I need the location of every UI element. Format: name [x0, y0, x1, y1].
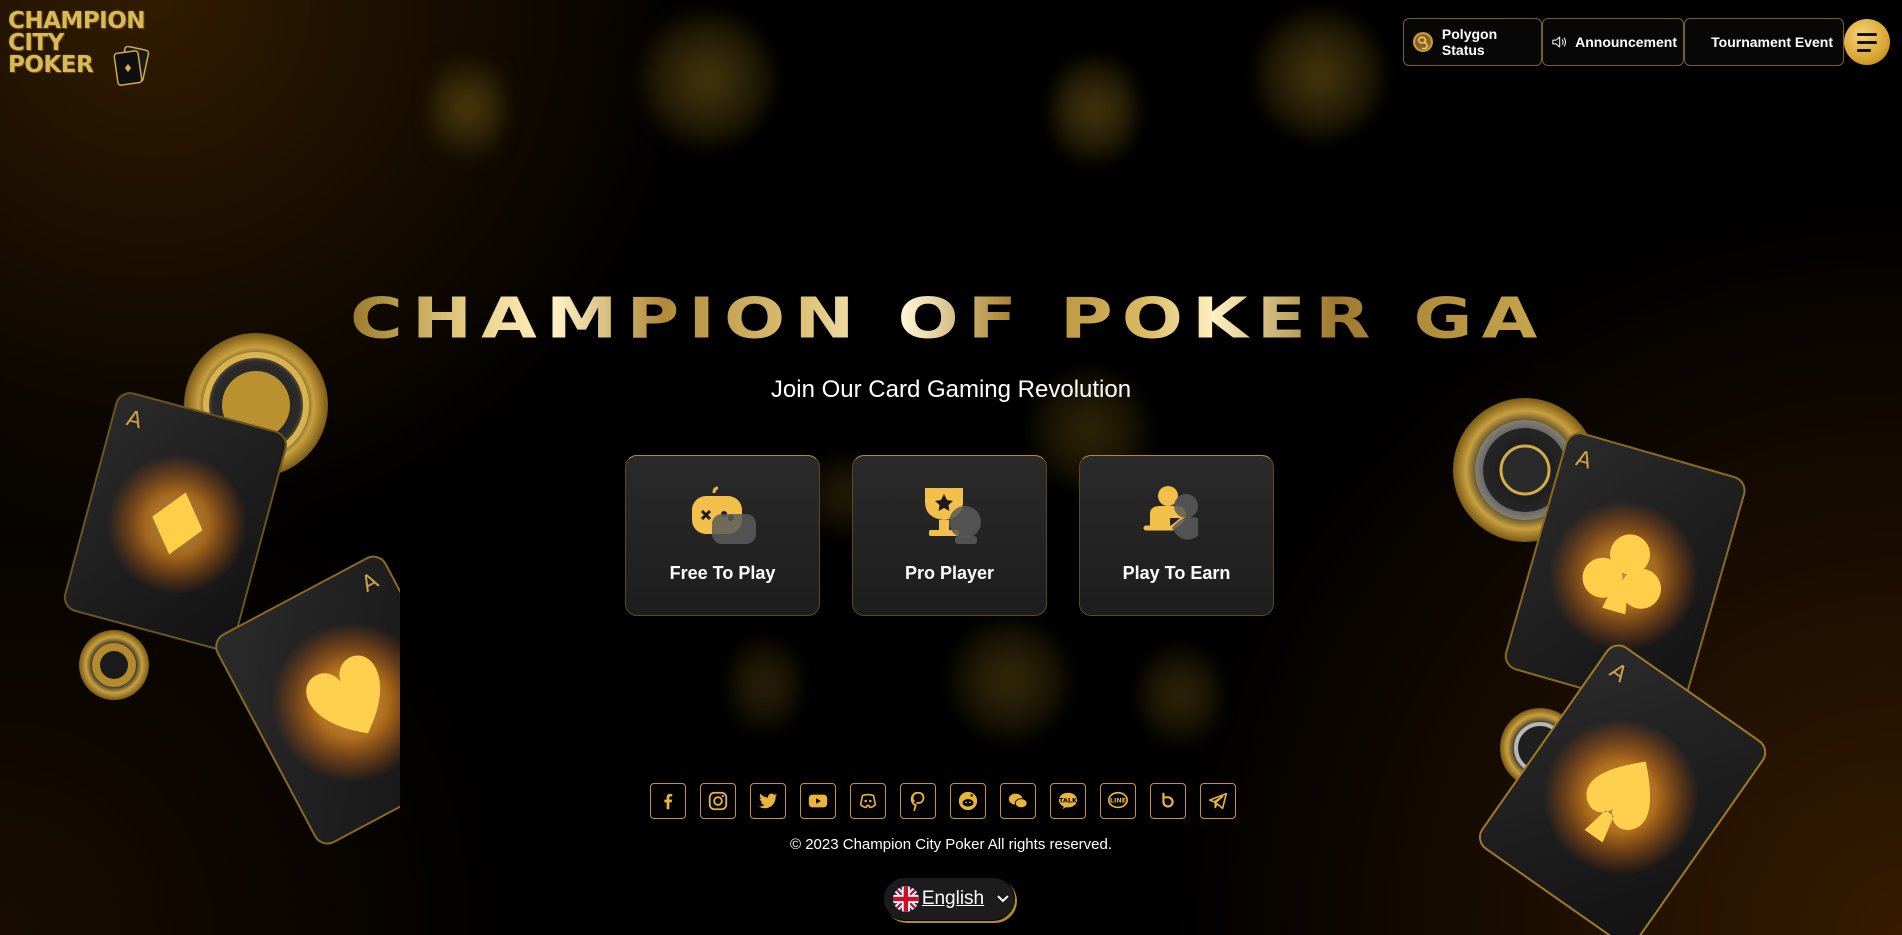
logo-cards-icon	[113, 46, 150, 86]
free-to-play-label: Free To Play	[669, 563, 776, 583]
tournament-event-button[interactable]: Tournament Event	[1684, 18, 1844, 66]
background-chip	[1140, 640, 1220, 750]
youtube-link[interactable]	[800, 783, 836, 819]
play-to-earn-label: Play To Earn	[1122, 563, 1231, 583]
discord-link[interactable]	[850, 783, 886, 819]
kakaotalk-icon: TALK	[1058, 792, 1078, 810]
instagram-link[interactable]	[700, 783, 736, 819]
twitter-link[interactable]	[750, 783, 786, 819]
telegram-icon	[1208, 792, 1228, 810]
pro-player-card[interactable]: Pro Player	[852, 455, 1047, 616]
menu-line	[1857, 40, 1877, 44]
polygon-coin-icon	[1412, 31, 1434, 53]
reddit-icon	[958, 791, 978, 811]
svg-text:TALK: TALK	[1059, 796, 1078, 804]
right-cards-decoration: A A	[1453, 398, 1767, 935]
background-chip	[1052, 50, 1137, 170]
telegram-link[interactable]	[1200, 783, 1236, 819]
menu-line	[1857, 32, 1877, 36]
free-to-play-card[interactable]: Free To Play	[625, 455, 820, 616]
gamepad-icon	[692, 486, 756, 544]
facebook-link[interactable]	[650, 783, 686, 819]
language-label: English	[921, 888, 985, 909]
earn-user-icon	[1143, 486, 1198, 540]
line-link[interactable]: LINE	[1100, 783, 1136, 819]
reddit-link[interactable]	[950, 783, 986, 819]
announcement-button[interactable]: Announcement	[1542, 18, 1684, 66]
hero-subtitle: Join Our Card Gaming Revolution	[770, 376, 1132, 403]
wechat-link[interactable]	[1000, 783, 1036, 819]
announcement-label: Announcement	[1575, 34, 1677, 50]
discord-icon	[859, 793, 877, 809]
uk-flag-icon	[892, 886, 919, 912]
kakaotalk-link[interactable]: TALK	[1050, 783, 1086, 819]
youtube-icon	[808, 794, 828, 808]
background-chip	[1255, 10, 1385, 140]
line-icon: LINE	[1108, 791, 1128, 809]
background-chip	[640, 12, 775, 147]
hero-title: CHAMPION OF POKER GAME	[350, 285, 1686, 351]
language-selector[interactable]: English	[883, 877, 1015, 921]
polygon-status-label: Polygon Status	[1441, 26, 1498, 58]
menu-line	[1857, 48, 1871, 52]
tournament-event-label: Tournament Event	[1711, 34, 1833, 50]
pro-player-label: Pro Player	[904, 563, 995, 583]
background-chip	[730, 630, 800, 740]
hamburger-menu-button[interactable]	[1844, 19, 1890, 65]
background-chip	[430, 48, 505, 168]
speaker-icon	[1552, 36, 1567, 48]
polygon-status-button[interactable]: Polygon Status	[1403, 18, 1542, 66]
trophy-icon	[925, 488, 981, 544]
facebook-icon	[664, 793, 673, 810]
chevron-down-icon	[997, 895, 1009, 903]
tiktok-link[interactable]	[1150, 783, 1186, 819]
svg-text:LINE: LINE	[1110, 796, 1126, 804]
wechat-icon	[1008, 793, 1028, 809]
play-to-earn-card[interactable]: Play To Earn	[1079, 455, 1274, 616]
tiktok-icon	[1162, 792, 1174, 808]
instagram-icon	[708, 791, 728, 811]
pinterest-icon	[910, 791, 925, 812]
copyright-text: © 2023 Champion City Poker All rights re…	[789, 836, 1113, 853]
pinterest-link[interactable]	[900, 783, 936, 819]
twitter-icon	[758, 793, 778, 809]
background-chip	[950, 620, 1070, 740]
site-logo[interactable]: CHAMPION CITY POKER	[8, 10, 153, 86]
